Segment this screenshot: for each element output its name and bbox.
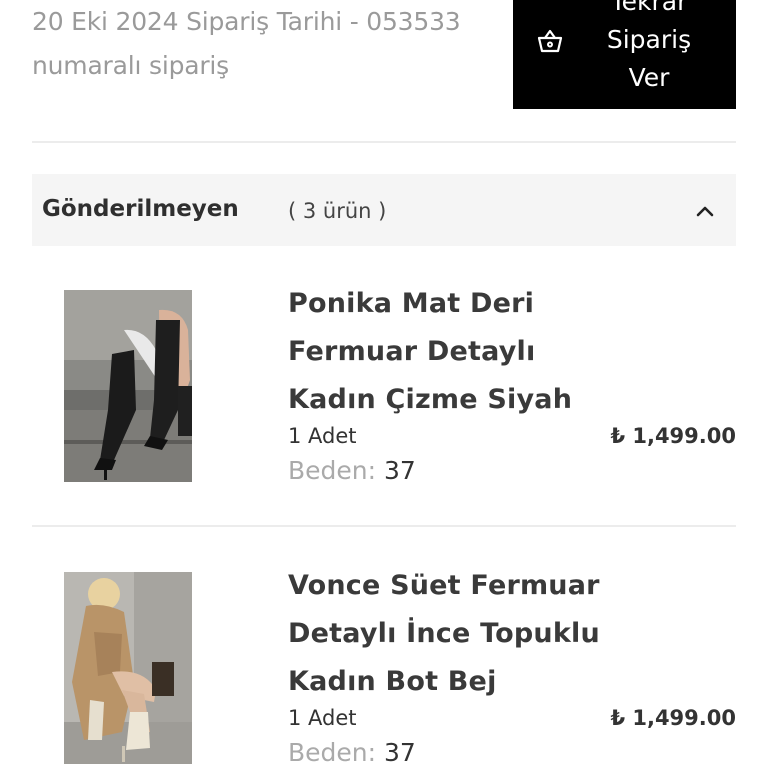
order-detail-page: 20 Eki 2024 Sipariş Tarihi - 053533 numa… [0, 0, 768, 768]
product-price: ₺ 1,499.00 [610, 706, 736, 730]
size-label: Beden: [288, 738, 377, 767]
basket-icon [537, 29, 563, 53]
product-image[interactable] [64, 290, 192, 482]
size-value: 37 [384, 456, 416, 485]
product-quantity: 1 Adet [288, 424, 357, 448]
chevron-up-icon[interactable] [694, 200, 716, 222]
size-value: 37 [384, 738, 416, 767]
product-price: ₺ 1,499.00 [610, 424, 736, 448]
reorder-button-label: Tekrar Sipariş Ver [583, 0, 715, 97]
product-size: Beden: 37 [288, 738, 416, 767]
reorder-label-line1: Tekrar [610, 0, 688, 16]
product-image[interactable] [64, 572, 192, 764]
section-item-count: ( 3 ürün ) [288, 199, 387, 223]
divider [32, 141, 736, 143]
order-info: 20 Eki 2024 Sipariş Tarihi - 053533 numa… [32, 0, 502, 88]
reorder-label-line2: Sipariş [606, 25, 692, 54]
divider [32, 525, 736, 527]
order-number-suffix: numaralı sipariş [32, 51, 230, 80]
product-size: Beden: 37 [288, 456, 416, 485]
reorder-label-line3: Ver [628, 63, 670, 92]
reorder-button[interactable]: Tekrar Sipariş Ver [513, 0, 736, 109]
product-name[interactable]: Ponika Mat Deri Fermuar Detaylı Kadın Çi… [288, 280, 628, 424]
product-quantity: 1 Adet [288, 706, 357, 730]
order-date-number: 20 Eki 2024 Sipariş Tarihi - 053533 [32, 7, 461, 36]
product-name[interactable]: Vonce Süet Fermuar Detaylı İnce Topuklu … [288, 562, 628, 706]
section-title: Gönderilmeyen [42, 196, 239, 222]
section-header-unshipped[interactable]: Gönderilmeyen ( 3 ürün ) [32, 174, 736, 246]
size-label: Beden: [288, 456, 377, 485]
